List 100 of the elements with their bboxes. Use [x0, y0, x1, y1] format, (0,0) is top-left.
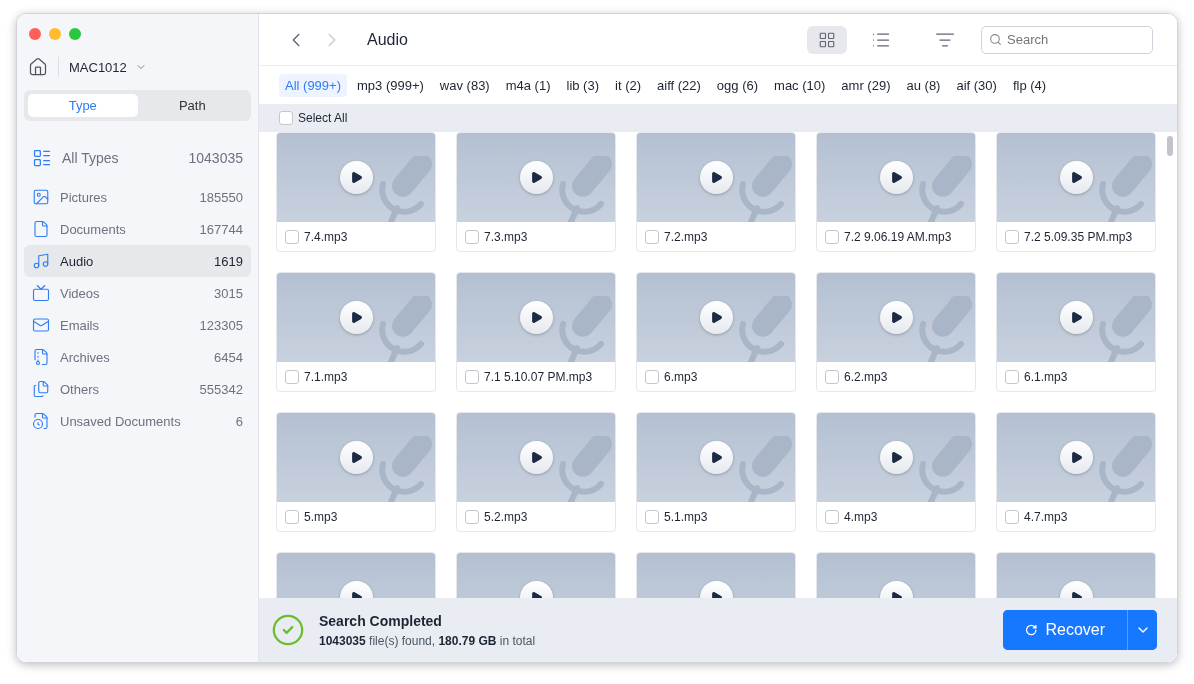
play-button[interactable]	[879, 161, 913, 194]
sidebar-label: Videos	[60, 285, 101, 301]
filter-tab[interactable]: aiff (22)	[651, 73, 707, 97]
checkbox[interactable]	[645, 369, 659, 384]
checkbox[interactable]	[825, 369, 839, 384]
grid-view-button[interactable]	[807, 25, 847, 54]
checkbox[interactable]	[645, 229, 659, 244]
play-button[interactable]	[339, 301, 373, 334]
sidebar-item[interactable]: Videos 3015	[24, 277, 251, 309]
dropdown-button[interactable]	[1127, 610, 1157, 650]
checkbox[interactable]	[825, 509, 839, 524]
play-button[interactable]	[519, 301, 553, 334]
file-card[interactable]: 7.2 9.06.19 AM.mp3	[816, 132, 976, 252]
play-button[interactable]	[339, 161, 373, 194]
sidebar-item[interactable]: Audio 1619	[24, 245, 251, 277]
sidebar-item[interactable]: Archives 6454	[24, 341, 251, 373]
item-count: 1619	[214, 253, 243, 269]
checkbox[interactable]	[465, 509, 479, 524]
play-button[interactable]	[519, 441, 553, 474]
checkbox[interactable]	[285, 509, 299, 524]
home-icon[interactable]	[28, 57, 48, 77]
filter-tab[interactable]: au (8)	[900, 73, 947, 97]
play-button[interactable]	[1059, 441, 1093, 474]
play-icon	[889, 311, 903, 324]
checkbox[interactable]	[279, 111, 293, 125]
file-name: 5.2.mp3	[484, 509, 528, 524]
sidebar-label: Unsaved Documents	[60, 413, 182, 429]
checkbox[interactable]	[825, 229, 839, 244]
play-icon	[889, 171, 903, 184]
play-button[interactable]	[339, 441, 373, 474]
play-button[interactable]	[1059, 301, 1093, 334]
play-icon	[349, 311, 363, 324]
checkbox[interactable]	[285, 229, 299, 244]
filter-tab[interactable]: m4a (1)	[499, 73, 557, 97]
filter-tab[interactable]: wav (83)	[433, 73, 496, 97]
check-circle-icon	[271, 613, 305, 647]
file-card[interactable]: 5.2.mp3	[456, 412, 616, 532]
play-button[interactable]	[699, 441, 733, 474]
file-name: 6.mp3	[664, 369, 698, 384]
sidebar-label: Archives	[60, 349, 111, 365]
sidebar-item[interactable]: Documents 167744	[24, 213, 251, 245]
filter-tab[interactable]: mac (10)	[768, 73, 832, 97]
search-icon	[989, 32, 1002, 46]
filter-tab[interactable]: it (2)	[609, 73, 647, 97]
file-card[interactable]: 7.2.mp3	[636, 132, 796, 252]
search-field[interactable]: Search	[981, 25, 1153, 54]
archive-icon	[32, 348, 50, 366]
segment-tab[interactable]: Type	[28, 94, 138, 117]
play-button[interactable]	[519, 161, 553, 194]
select-all-label: Select All	[298, 111, 348, 125]
file-card[interactable]: 6.1.mp3	[996, 272, 1156, 392]
play-icon	[709, 311, 723, 324]
checkbox[interactable]	[1005, 369, 1019, 384]
file-card[interactable]: 7.1.mp3	[276, 272, 436, 392]
checkbox[interactable]	[1005, 229, 1019, 244]
file-card[interactable]: 7.1 5.10.07 PM.mp3	[456, 272, 616, 392]
sidebar-item[interactable]: Emails 123305	[24, 309, 251, 341]
play-button[interactable]	[699, 161, 733, 194]
minimize-window-button[interactable]	[49, 28, 61, 40]
file-card[interactable]: 7.2 5.09.35 PM.mp3	[996, 132, 1156, 252]
sidebar-label: Others	[60, 381, 100, 397]
play-button[interactable]	[879, 441, 913, 474]
sidebar-label: Audio	[60, 253, 95, 269]
play-icon	[1069, 451, 1083, 464]
play-button[interactable]	[879, 301, 913, 334]
play-button[interactable]	[699, 301, 733, 334]
filter-tab[interactable]: lib (3)	[560, 73, 605, 97]
file-name: 7.1 5.10.07 PM.mp3	[484, 369, 593, 384]
close-window-button[interactable]	[29, 28, 41, 40]
zoom-window-button[interactable]	[69, 28, 81, 40]
filter-tab[interactable]: flp (4)	[1006, 73, 1053, 97]
checkbox[interactable]	[645, 509, 659, 524]
file-card[interactable]: 5.1.mp3	[636, 412, 796, 532]
segment-tab[interactable]: Path	[137, 94, 247, 117]
filter-tab[interactable]: All (999+)	[279, 73, 347, 97]
file-card[interactable]: 5.mp3	[276, 412, 436, 532]
sidebar-item[interactable]: Unsaved Documents 6	[24, 405, 251, 437]
filter-tab[interactable]: mp3 (999+)	[351, 73, 430, 97]
play-icon	[1069, 311, 1083, 324]
checkbox[interactable]	[465, 369, 479, 384]
checkbox[interactable]	[285, 369, 299, 384]
file-card[interactable]: 4.mp3	[816, 412, 976, 532]
sidebar-item[interactable]: Pictures 185550	[24, 181, 251, 213]
sidebar-item[interactable]: Others 555342	[24, 373, 251, 405]
filter-tab[interactable]: aif (30)	[950, 73, 1003, 97]
file-card[interactable]: 7.4.mp3	[276, 132, 436, 252]
checkbox[interactable]	[1005, 509, 1019, 524]
checkbox[interactable]	[465, 229, 479, 244]
item-count: 123305	[199, 317, 243, 333]
file-card[interactable]: 6.mp3	[636, 272, 796, 392]
filter-tab[interactable]: ogg (6)	[710, 73, 765, 97]
document-clock-icon	[32, 412, 50, 430]
play-button[interactable]	[1059, 161, 1093, 194]
sidebar-item[interactable]: All Types 1043035	[24, 139, 251, 177]
drive-selector[interactable]: MAC1012	[69, 59, 147, 75]
sidebar-label: Emails	[60, 317, 100, 333]
file-card[interactable]: 6.2.mp3	[816, 272, 976, 392]
file-card[interactable]: 4.7.mp3	[996, 412, 1156, 532]
filter-tab[interactable]: amr (29)	[835, 73, 897, 97]
file-card[interactable]: 7.3.mp3	[456, 132, 616, 252]
